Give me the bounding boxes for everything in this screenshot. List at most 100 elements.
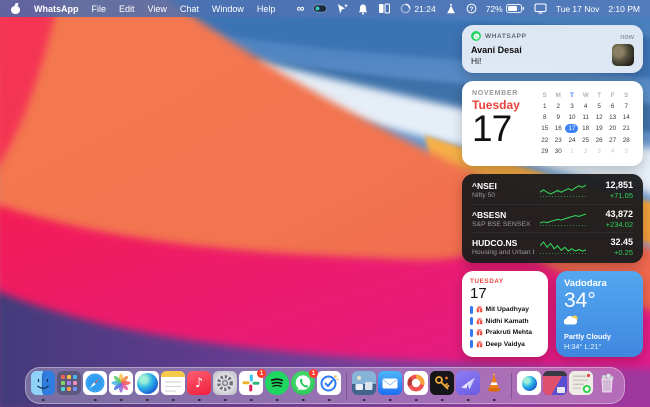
calendar-cell[interactable]: 2 <box>552 101 566 112</box>
calendar-cell[interactable]: 13 <box>606 112 620 123</box>
stock-price: 32.45 <box>610 237 633 247</box>
bell-icon[interactable] <box>357 3 369 15</box>
dock-item-photos[interactable] <box>109 369 133 402</box>
dock-item-settings[interactable] <box>213 369 237 402</box>
timer-value: 21:24 <box>414 4 435 14</box>
sender-avatar <box>612 44 634 66</box>
calendar-cell[interactable]: 14 <box>619 112 633 123</box>
calendar-cell[interactable]: 4 <box>606 146 620 157</box>
dock-item-vlc[interactable] <box>482 369 506 402</box>
menu-app-name[interactable]: WhatsApp <box>34 4 79 14</box>
calendar-cell[interactable]: 20 <box>606 123 620 134</box>
calendar-cell[interactable]: 30 <box>552 146 566 157</box>
weather-widget[interactable]: Vadodara 34° Partly Cloudy H:34° L:21° <box>556 271 643 357</box>
infinity-icon[interactable]: ∞ <box>297 4 305 14</box>
dock-item-min-window-1[interactable] <box>543 369 567 402</box>
calendar-cell[interactable]: 3 <box>592 146 606 157</box>
calendar-cell[interactable]: 9 <box>552 112 566 123</box>
stocks-widget[interactable]: ^NSEINifty 5012,851+71.05^BSESNS&P BSE S… <box>462 174 643 263</box>
stock-row-bsesn[interactable]: ^BSESNS&P BSE SENSEX43,872+234.02 <box>472 205 633 234</box>
reminder-item[interactable]: Prakruti Mehta <box>470 329 540 337</box>
reminders-widget[interactable]: TUESDAY 17 Mit UpadhyayNidhi KamathPrakr… <box>462 271 548 357</box>
menu-item-help[interactable]: Help <box>257 4 276 14</box>
calendar-widget[interactable]: NOVEMBER Tuesday 17 SMTWTFS 123456789101… <box>462 81 643 166</box>
dock-item-notes[interactable] <box>161 369 185 402</box>
dock-item-spotify[interactable] <box>265 369 289 402</box>
reminders-day-number: 17 <box>470 285 540 302</box>
calendar-cell[interactable]: 10 <box>565 112 579 123</box>
menu-item-window[interactable]: Window <box>212 4 244 14</box>
menu-bar-time[interactable]: 2:10 PM <box>608 4 640 14</box>
reminder-item[interactable]: Nidhi Kamath <box>470 317 540 325</box>
window-tiles-icon[interactable] <box>378 3 391 14</box>
calendar-cell[interactable]: 6 <box>606 101 620 112</box>
calendar-cell[interactable]: 11 <box>579 112 593 123</box>
calendar-cell[interactable]: 24 <box>565 134 579 145</box>
menu-item-chat[interactable]: Chat <box>180 4 199 14</box>
dock-item-keys[interactable] <box>430 369 454 402</box>
menu-bar-date[interactable]: Tue 17 Nov <box>556 4 600 14</box>
calendar-cell[interactable]: 8 <box>538 112 552 123</box>
calendar-cell[interactable]: 19 <box>592 123 606 134</box>
dock-item-safari[interactable] <box>83 369 107 402</box>
cursor-sparkle-icon[interactable] <box>336 3 348 15</box>
calendar-cell[interactable]: 18 <box>579 123 593 134</box>
dock-item-mail[interactable] <box>378 369 402 402</box>
dock-item-ticktick[interactable] <box>317 369 341 402</box>
running-indicator-dot <box>302 399 305 402</box>
calendar-cell[interactable]: 4 <box>579 101 593 112</box>
dock-item-slack[interactable]: 1 <box>239 369 263 402</box>
stock-row-hudcons[interactable]: HUDCO.NSHousing and Urban Develop…32.45+… <box>472 233 633 261</box>
display-icon[interactable] <box>534 3 547 14</box>
menu-item-file[interactable]: File <box>92 4 107 14</box>
dock-item-edge-doc[interactable] <box>517 369 541 402</box>
dock-item-min-window-whatsapp[interactable] <box>569 369 593 402</box>
dock-item-edge[interactable] <box>135 369 159 402</box>
calendar-cell[interactable]: 1 <box>565 146 579 157</box>
calendar-cell[interactable]: 15 <box>538 123 552 134</box>
calendar-cell[interactable]: 12 <box>592 112 606 123</box>
running-indicator-dot <box>120 399 123 402</box>
help-icon[interactable]: ? <box>466 3 477 14</box>
calendar-cell[interactable]: 27 <box>606 134 620 145</box>
calendar-cell[interactable]: 5 <box>592 101 606 112</box>
reminder-item[interactable]: Deep Vaidya <box>470 340 540 348</box>
calendar-cell[interactable]: 17 <box>565 123 579 134</box>
apple-menu-icon[interactable] <box>10 3 21 15</box>
dock-item-origami[interactable] <box>456 369 480 402</box>
menu-item-edit[interactable]: Edit <box>119 4 135 14</box>
calendar-cell[interactable]: 26 <box>592 134 606 145</box>
running-indicator-dot <box>172 399 175 402</box>
calendar-month: NOVEMBER <box>472 90 530 97</box>
timer-ring-icon[interactable]: 21:24 <box>400 3 435 14</box>
calendar-cell[interactable]: 25 <box>579 134 593 145</box>
running-indicator-dot <box>467 399 470 402</box>
calendar-cell[interactable]: 3 <box>565 101 579 112</box>
pill-icon[interactable] <box>313 4 327 13</box>
dock-item-launchpad[interactable] <box>57 369 81 402</box>
stock-row-nsei[interactable]: ^NSEINifty 5012,851+71.05 <box>472 176 633 205</box>
dock-item-finder[interactable] <box>31 369 55 402</box>
battery-indicator[interactable]: 72% <box>486 4 525 14</box>
dock-item-music[interactable]: ♪ <box>187 369 211 402</box>
calendar-cell[interactable]: 7 <box>619 101 633 112</box>
dock-item-trash[interactable] <box>595 369 619 402</box>
cone-icon[interactable] <box>445 3 457 15</box>
stock-change: +71.05 <box>605 191 633 200</box>
calendar-cell[interactable]: 1 <box>538 101 552 112</box>
reminder-item[interactable]: Mit Upadhyay <box>470 306 540 314</box>
dock-item-preview-thumb[interactable] <box>352 369 376 402</box>
dock-item-whatsapp[interactable]: 1 <box>291 369 315 402</box>
calendar-cell[interactable]: 16 <box>552 123 566 134</box>
calendar-cell[interactable]: 21 <box>619 123 633 134</box>
menu-item-view[interactable]: View <box>148 4 167 14</box>
dock-separator <box>511 373 512 399</box>
calendar-cell[interactable]: 28 <box>619 134 633 145</box>
calendar-cell[interactable]: 5 <box>619 146 633 157</box>
calendar-cell[interactable]: 29 <box>538 146 552 157</box>
whatsapp-notification[interactable]: WHATSAPP now Avani Desai Hi! <box>462 25 643 73</box>
dock-item-donut[interactable] <box>404 369 428 402</box>
calendar-cell[interactable]: 22 <box>538 134 552 145</box>
calendar-cell[interactable]: 23 <box>552 134 566 145</box>
calendar-cell[interactable]: 2 <box>579 146 593 157</box>
